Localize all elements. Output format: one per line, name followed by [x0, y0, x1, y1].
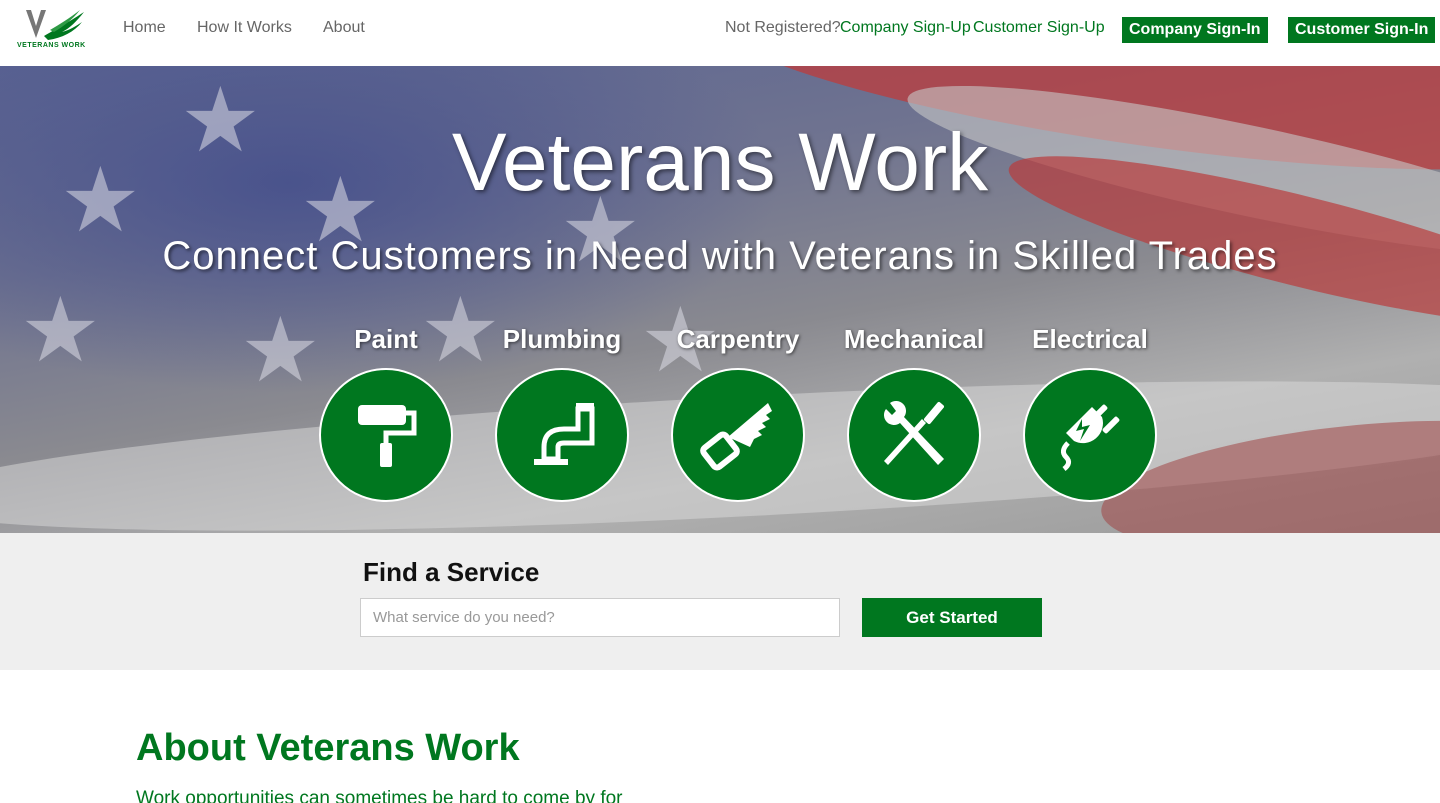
get-started-button[interactable]: Get Started: [862, 598, 1042, 637]
wrench-screwdriver-icon[interactable]: [847, 368, 981, 502]
service-label: Mechanical: [843, 324, 985, 354]
customer-signin-button[interactable]: Customer Sign-In: [1288, 17, 1436, 43]
logo-text: VETERANS WORK: [17, 42, 86, 49]
service-label: Plumbing: [502, 324, 622, 354]
service-plumbing[interactable]: Plumbing: [474, 324, 650, 502]
customer-signup-link[interactable]: Customer Sign-Up: [973, 19, 1105, 37]
hero-subtitle: Connect Customers in Need with Veterans …: [162, 234, 1278, 278]
service-electrical[interactable]: Electrical: [1002, 324, 1178, 502]
flag-star: ★: [20, 281, 101, 381]
not-registered-label: Not Registered?: [725, 19, 841, 36]
pipe-icon[interactable]: [495, 368, 629, 502]
paint-roller-icon[interactable]: [319, 368, 453, 502]
find-service-section: Find a Service Get Started: [0, 533, 1440, 670]
service-paint[interactable]: Paint: [298, 324, 474, 502]
company-signin-button[interactable]: Company Sign-In: [1122, 17, 1268, 43]
service-label: Electrical: [1032, 324, 1148, 354]
plug-icon[interactable]: [1023, 368, 1157, 502]
about-text: Work opportunities can sometimes be hard…: [136, 788, 623, 803]
nav-how-it-works-link[interactable]: How It Works: [197, 19, 292, 37]
logo[interactable]: VETERANS WORK: [14, 6, 94, 54]
find-service-title: Find a Service: [363, 557, 540, 587]
service-search-input[interactable]: [360, 598, 840, 637]
company-signup-link[interactable]: Company Sign-Up: [840, 19, 971, 37]
nav-home-link[interactable]: Home: [123, 19, 166, 37]
logo-icon: [26, 10, 84, 40]
service-label: Carpentry: [676, 324, 800, 354]
hero-banner: ★ ★ ★ ★ ★ ★ ★ ★ Veterans Work Connect Cu…: [0, 66, 1440, 533]
top-nav: VETERANS WORK Home How It Works About No…: [0, 0, 1440, 66]
about-title: About Veterans Work: [136, 727, 520, 769]
service-label: Paint: [354, 324, 418, 354]
nav-about-link[interactable]: About: [323, 19, 365, 37]
service-carpentry[interactable]: Carpentry: [650, 324, 826, 502]
hero-title: Veterans Work: [451, 117, 989, 208]
saw-icon[interactable]: [671, 368, 805, 502]
service-mechanical[interactable]: Mechanical: [826, 324, 1002, 502]
